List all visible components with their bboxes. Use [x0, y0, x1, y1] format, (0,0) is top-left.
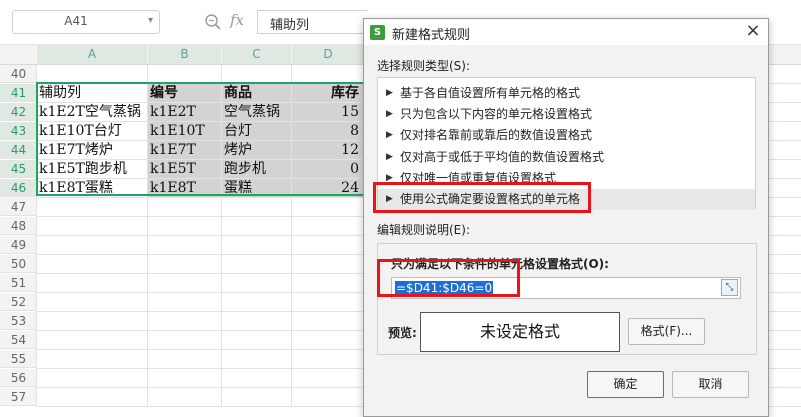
row-header[interactable]: 41 [0, 84, 37, 102]
row-header[interactable]: 47 [0, 198, 37, 216]
row-header[interactable]: 53 [0, 312, 37, 330]
ok-button[interactable]: 确定 [587, 371, 664, 398]
fx-icon[interactable]: fx [230, 11, 244, 29]
row-header[interactable]: 56 [0, 369, 37, 387]
cell[interactable] [37, 65, 147, 83]
triangle-right-icon: ▶ [386, 109, 393, 120]
rule-type-label: 只为包含以下内容的单元格设置格式 [400, 107, 593, 122]
row-header[interactable]: 57 [0, 388, 37, 406]
column-header-a[interactable]: A [37, 45, 147, 64]
row-header[interactable]: 42 [0, 103, 37, 121]
select-all-corner[interactable] [0, 45, 37, 64]
row-header[interactable]: 52 [0, 293, 37, 311]
rule-type-item[interactable]: ▶ 仅对高于或低于平均值的数值设置格式 [378, 147, 755, 168]
row-header[interactable]: 46 [0, 179, 37, 197]
row-header[interactable]: 55 [0, 350, 37, 368]
row-header[interactable]: 44 [0, 141, 37, 159]
row-header[interactable]: 50 [0, 255, 37, 273]
close-icon[interactable]: × [742, 20, 764, 42]
triangle-right-icon: ▶ [386, 88, 393, 98]
rule-type-item[interactable]: ▶ 基于各自值设置所有单元格的格式 [378, 83, 755, 104]
triangle-right-icon: ▶ [386, 151, 393, 162]
name-box[interactable]: A41 ▾ [12, 10, 160, 34]
cell[interactable] [148, 65, 221, 83]
rule-type-item[interactable]: ▶ 仅对排名靠前或靠后的数值设置格式 [378, 125, 755, 146]
edit-rule-label: 编辑规则说明(E): [377, 223, 470, 237]
name-box-value: A41 [64, 14, 88, 28]
preview-label: 预览: [388, 326, 417, 340]
row-header[interactable]: 48 [0, 217, 37, 235]
formula-input-value: 辅助列 [270, 18, 310, 33]
rule-type-label: 仅对高于或低于平均值的数值设置格式 [400, 149, 605, 164]
column-header-b[interactable]: B [148, 45, 221, 64]
rule-type-label: 基于各自值设置所有单元格的格式 [400, 86, 581, 100]
chevron-down-icon[interactable]: ▾ [148, 15, 153, 26]
column-header-c[interactable]: C [222, 45, 291, 64]
range-select-icon[interactable]: ⤡ [721, 279, 738, 296]
dialog-title: 新建格式规则 [392, 28, 471, 43]
rule-type-label: 仅对排名靠前或靠后的数值设置格式 [400, 128, 593, 143]
rule-type-item[interactable]: ▶ 只为包含以下内容的单元格设置格式 [378, 104, 755, 125]
row-header[interactable]: 49 [0, 236, 37, 254]
new-format-rule-dialog: S 新建格式规则 × 选择规则类型(S): ▶ 基于各自值设置所有单元格的格式 ▶ 只… [363, 18, 769, 417]
formula-input[interactable]: 辅助列 [257, 10, 367, 34]
cell[interactable] [292, 65, 363, 83]
highlight-formula [377, 259, 520, 297]
cell[interactable] [222, 65, 291, 83]
triangle-right-icon: ▶ [386, 130, 393, 141]
row-header[interactable]: 40 [0, 65, 37, 83]
row-header[interactable]: 45 [0, 160, 37, 178]
dialog-titlebar[interactable]: S 新建格式规则 × [364, 19, 768, 45]
format-button[interactable]: 格式(F)... [628, 318, 705, 345]
row-header[interactable]: 43 [0, 122, 37, 140]
format-preview: 未设定格式 [420, 312, 620, 352]
row-header[interactable]: 51 [0, 274, 37, 292]
zoom-icon[interactable] [204, 13, 222, 31]
column-header-d[interactable]: D [292, 45, 364, 64]
select-rule-type-label: 选择规则类型(S): [377, 59, 471, 73]
highlight-rule-type [373, 182, 591, 213]
app-logo-icon: S [370, 25, 385, 40]
row-header[interactable]: 54 [0, 331, 37, 349]
selection-range-border [36, 82, 366, 196]
cancel-button[interactable]: 取消 [672, 371, 749, 398]
